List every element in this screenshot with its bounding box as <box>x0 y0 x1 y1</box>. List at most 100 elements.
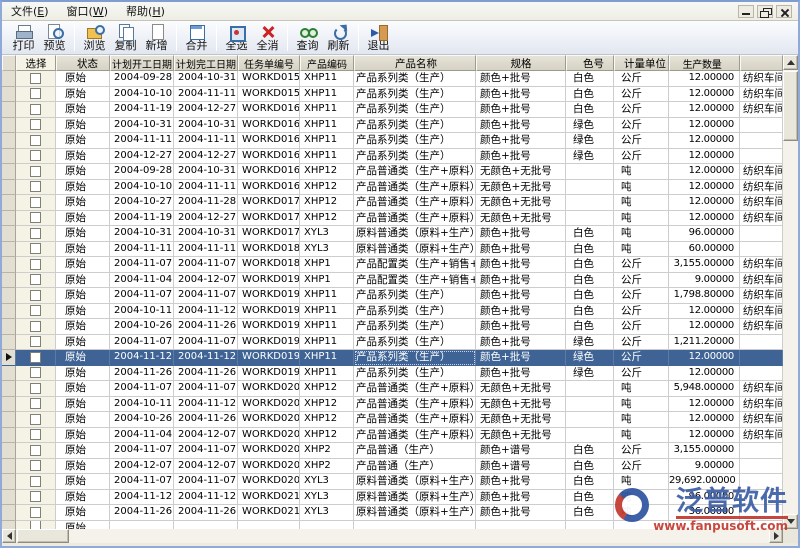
scroll-down-button[interactable] <box>783 514 798 529</box>
toolbar-button[interactable]: 合并 <box>181 21 212 54</box>
column-header-1[interactable]: 状态 <box>56 55 110 71</box>
table-row[interactable]: 原始2004-12-272004-12-27WORKD0165XHP11产品系列… <box>2 149 783 165</box>
column-header-5[interactable]: 产品编码 <box>300 55 354 71</box>
row-checkbox[interactable] <box>30 521 41 530</box>
column-header-3[interactable]: 计划完工日期 <box>174 55 238 71</box>
table-row[interactable]: 原始2004-11-122004-11-12WORKD0197XHP11产品系列… <box>2 350 783 366</box>
table-row[interactable]: 原始2004-10-102004-11-11WORKD0158XHP11产品系列… <box>2 87 783 103</box>
row-checkbox[interactable] <box>30 212 41 223</box>
table-row[interactable]: 原始2004-11-072004-11-07WORKD0196XHP11产品系列… <box>2 335 783 351</box>
table-row[interactable]: 原始2004-10-312004-10-31WORKD0179XYL3原料普通类… <box>2 226 783 242</box>
row-checkbox[interactable] <box>30 476 41 487</box>
row-checkbox[interactable] <box>30 460 41 471</box>
menu-item-1[interactable]: 窗口(W) <box>58 1 117 22</box>
close-button[interactable] <box>776 5 792 18</box>
row-checkbox[interactable] <box>30 321 41 332</box>
row-checkbox[interactable] <box>30 305 41 316</box>
toolbar-button[interactable]: 复制 <box>110 21 141 54</box>
table-row[interactable]: 原始2004-10-112004-11-12WORKD0193XHP11产品系列… <box>2 304 783 320</box>
column-header-2[interactable]: 计划开工日期 <box>110 55 174 71</box>
row-checkbox[interactable] <box>30 119 41 130</box>
menu-item-0[interactable]: 文件(E) <box>2 1 58 22</box>
table-row[interactable]: 原始2004-09-282004-10-31WORKD0167XHP12产品普通… <box>2 164 783 180</box>
row-checkbox[interactable] <box>30 507 41 518</box>
row-checkbox[interactable] <box>30 88 41 99</box>
row-checkbox[interactable] <box>30 259 41 270</box>
table-row[interactable]: 原始2004-11-112004-11-11WORKD0163XHP11产品系列… <box>2 133 783 149</box>
scroll-right-button[interactable] <box>769 529 783 543</box>
row-checkbox[interactable] <box>30 181 41 192</box>
row-checkbox[interactable] <box>30 491 41 502</box>
row-checkbox[interactable] <box>30 243 41 254</box>
column-header-11[interactable] <box>740 55 783 71</box>
row-checkbox[interactable] <box>30 104 41 115</box>
table-row[interactable]: 原始2004-11-042004-12-07WORKD0203XHP12产品普通… <box>2 428 783 444</box>
toolbar-button[interactable]: 刷新 <box>323 21 354 54</box>
table-row[interactable]: 原始2004-10-112004-11-12WORKD0201XHP12产品普通… <box>2 397 783 413</box>
column-header-8[interactable]: 色号 <box>566 55 614 71</box>
cell-color-no <box>566 521 614 530</box>
table-row[interactable]: 原始2004-11-072004-11-07WORKD0209XYL3原料普通类… <box>2 474 783 490</box>
column-header-10[interactable]: 生产数量 <box>669 55 740 71</box>
table-row[interactable]: 原始2004-11-192004-12-27WORKD0171XHP12产品普通… <box>2 211 783 227</box>
table-row[interactable]: 原始2004-11-112004-11-11WORKD0180XYL3原料普通类… <box>2 242 783 258</box>
row-checkbox[interactable] <box>30 228 41 239</box>
vertical-scroll-thumb[interactable] <box>783 71 798 141</box>
column-header-0[interactable]: 选择 <box>16 55 56 71</box>
column-header-4[interactable]: 任务单编号 <box>238 55 300 71</box>
table-row[interactable]: 原始2004-11-042004-12-07WORKD0190XHP1产品配置类… <box>2 273 783 289</box>
table-row[interactable]: 原始2004-11-072004-11-07WORKD0204XHP2产品普通（… <box>2 443 783 459</box>
table-row[interactable]: 原始2004-11-262004-11-26WORKD0211XYL3原料普通类… <box>2 505 783 521</box>
toolbar-button[interactable]: 预览 <box>39 21 70 54</box>
toolbar-button[interactable]: 查询 <box>292 21 323 54</box>
table-row[interactable]: 原始2004-10-262004-11-26WORKD0202XHP12产品普通… <box>2 412 783 428</box>
toolbar-button[interactable]: 全选 <box>221 21 252 54</box>
row-checkbox[interactable] <box>30 150 41 161</box>
column-header-6[interactable]: 产品名称 <box>354 55 476 71</box>
select-cell <box>16 195 56 211</box>
table-row[interactable]: 原始2004-10-102004-11-11WORKD0168XHP12产品普通… <box>2 180 783 196</box>
table-row[interactable]: 原始2004-11-072004-11-07WORKD0200XHP12产品普通… <box>2 381 783 397</box>
toolbar-button[interactable]: 新增 <box>141 21 172 54</box>
row-checkbox[interactable] <box>30 398 41 409</box>
table-row[interactable]: 原始2004-11-262004-11-26WORKD0198XHP11产品系列… <box>2 366 783 382</box>
cell-color-no: 白色 <box>566 102 614 118</box>
restore-button[interactable] <box>757 5 773 18</box>
table-row[interactable]: 原始2004-12-072004-12-07WORKD0205XHP2产品普通（… <box>2 459 783 475</box>
row-checkbox[interactable] <box>30 336 41 347</box>
minimize-button[interactable] <box>738 5 754 18</box>
table-row[interactable]: 原始2004-11-072004-11-07WORKD0189XHP1产品配置类… <box>2 257 783 273</box>
horizontal-scroll-thumb[interactable] <box>17 529 69 543</box>
row-checkbox[interactable] <box>30 135 41 146</box>
cell-unit: 公斤 <box>614 257 669 273</box>
toolbar-button-label: 查询 <box>297 40 319 52</box>
row-checkbox[interactable] <box>30 414 41 425</box>
table-row[interactable]: 原始2004-10-312004-10-31WORKD0162XHP11产品系列… <box>2 118 783 134</box>
row-checkbox[interactable] <box>30 73 41 84</box>
row-checkbox[interactable] <box>30 429 41 440</box>
toolbar-button[interactable]: 退出 <box>363 21 394 54</box>
table-row-partial[interactable]: 原始 <box>2 521 783 530</box>
table-row[interactable]: 原始2004-10-272004-11-28WORKD0170XHP12产品普通… <box>2 195 783 211</box>
column-header-7[interactable]: 规格 <box>476 55 566 71</box>
row-checkbox[interactable] <box>30 352 41 363</box>
table-row[interactable]: 原始2004-11-072004-11-07WORKD0192XHP11产品系列… <box>2 288 783 304</box>
table-row[interactable]: 原始2004-10-262004-11-26WORKD0194XHP11产品系列… <box>2 319 783 335</box>
row-checkbox[interactable] <box>30 445 41 456</box>
scroll-left-button[interactable] <box>2 529 16 543</box>
row-checkbox[interactable] <box>30 290 41 301</box>
row-checkbox[interactable] <box>30 383 41 394</box>
menu-item-2[interactable]: 帮助(H) <box>117 1 174 22</box>
toolbar-button[interactable]: 浏览 <box>79 21 110 54</box>
row-checkbox[interactable] <box>30 367 41 378</box>
table-row[interactable]: 原始2004-09-282004-10-31WORKD0157XHP11产品系列… <box>2 71 783 87</box>
toolbar-button[interactable]: 全消 <box>252 21 283 54</box>
scroll-up-button[interactable] <box>783 55 798 70</box>
toolbar-button[interactable]: 打印 <box>8 21 39 54</box>
table-row[interactable]: 原始2004-11-192004-12-27WORKD0160XHP11产品系列… <box>2 102 783 118</box>
row-checkbox[interactable] <box>30 166 41 177</box>
row-checkbox[interactable] <box>30 274 41 285</box>
row-checkbox[interactable] <box>30 197 41 208</box>
column-header-9[interactable]: 计量单位 <box>614 55 669 71</box>
table-row[interactable]: 原始2004-11-122004-11-12WORKD0210XYL3原料普通类… <box>2 490 783 506</box>
